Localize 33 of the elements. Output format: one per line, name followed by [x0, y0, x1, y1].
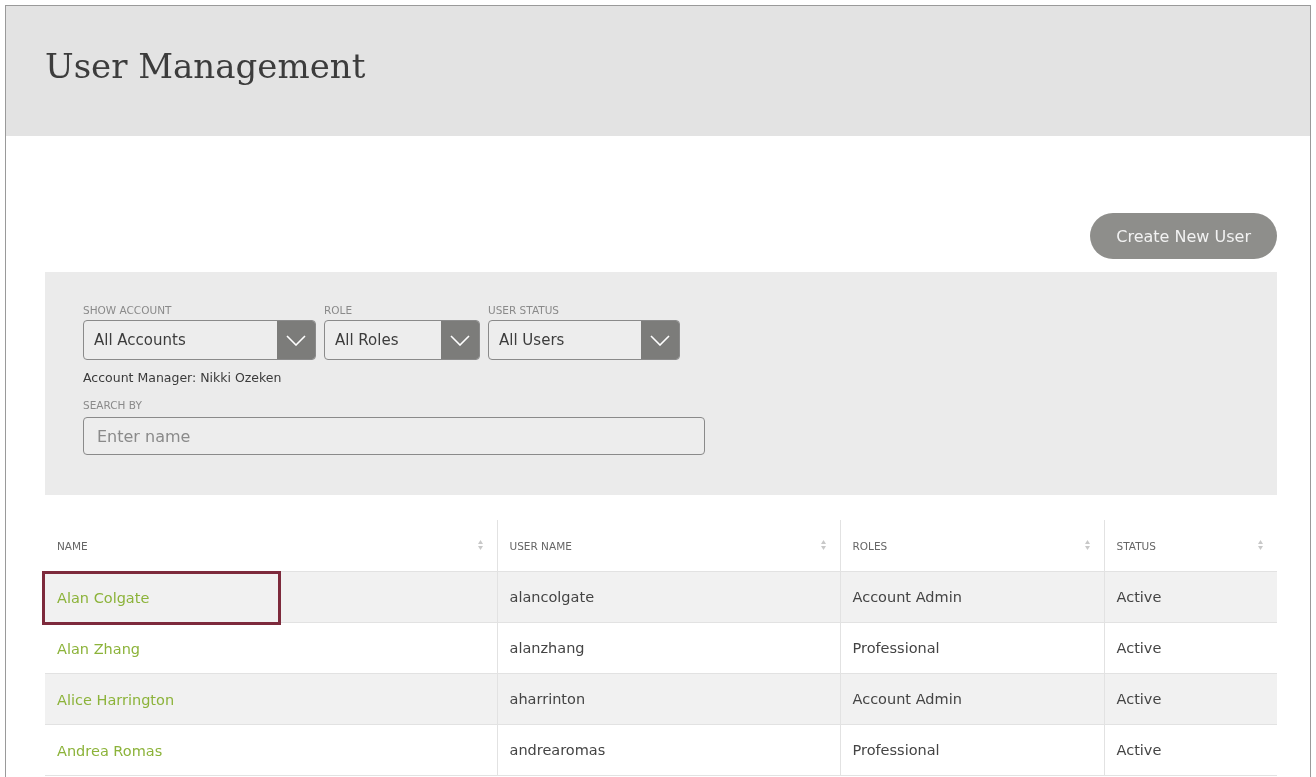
filter-label: USER STATUS — [488, 304, 560, 316]
filter-dropdown[interactable]: All Roles — [324, 320, 480, 360]
table-cell: Active — [1104, 673, 1277, 725]
chevron-down-icon — [650, 334, 670, 346]
column-header[interactable]: STATUS — [1104, 520, 1277, 572]
filter-dropdown[interactable]: All Accounts — [83, 320, 316, 360]
filter-dropdown[interactable]: All Users — [488, 320, 680, 360]
search-field[interactable]: Enter name — [83, 417, 705, 455]
column-header[interactable]: NAME — [45, 520, 497, 572]
chevron-down-icon — [450, 334, 470, 346]
table-cell: Professional — [840, 622, 1104, 674]
filter-label: ROLE — [324, 304, 354, 316]
search-label: SEARCH BY — [83, 399, 143, 411]
account-manager-text: Account Manager: Nikki Ozeken — [83, 370, 283, 385]
filter-label: SHOW ACCOUNT — [83, 304, 173, 316]
table-cell: Professional — [840, 724, 1104, 776]
chevron-down-icon — [286, 334, 306, 346]
sort-icon — [1258, 540, 1263, 550]
table-cell: Active — [1104, 622, 1277, 674]
column-header[interactable]: ROLES — [840, 520, 1104, 572]
table-cell: alancolgate — [497, 571, 840, 623]
page-title: User Management — [45, 46, 366, 86]
table-cell: andrearomas — [497, 724, 840, 776]
sort-icon — [477, 540, 483, 550]
table-cell: Account Admin — [840, 673, 1104, 725]
table-cell: Active — [1104, 724, 1277, 776]
table-cell: aharrinton — [497, 673, 840, 725]
sort-icon — [820, 540, 826, 550]
table-cell: Active — [1104, 571, 1277, 623]
sort-icon — [1084, 540, 1090, 550]
table-cell: Account Admin — [840, 571, 1104, 623]
column-header[interactable]: USER NAME — [497, 520, 840, 572]
table-cell: alanzhang — [497, 622, 840, 674]
